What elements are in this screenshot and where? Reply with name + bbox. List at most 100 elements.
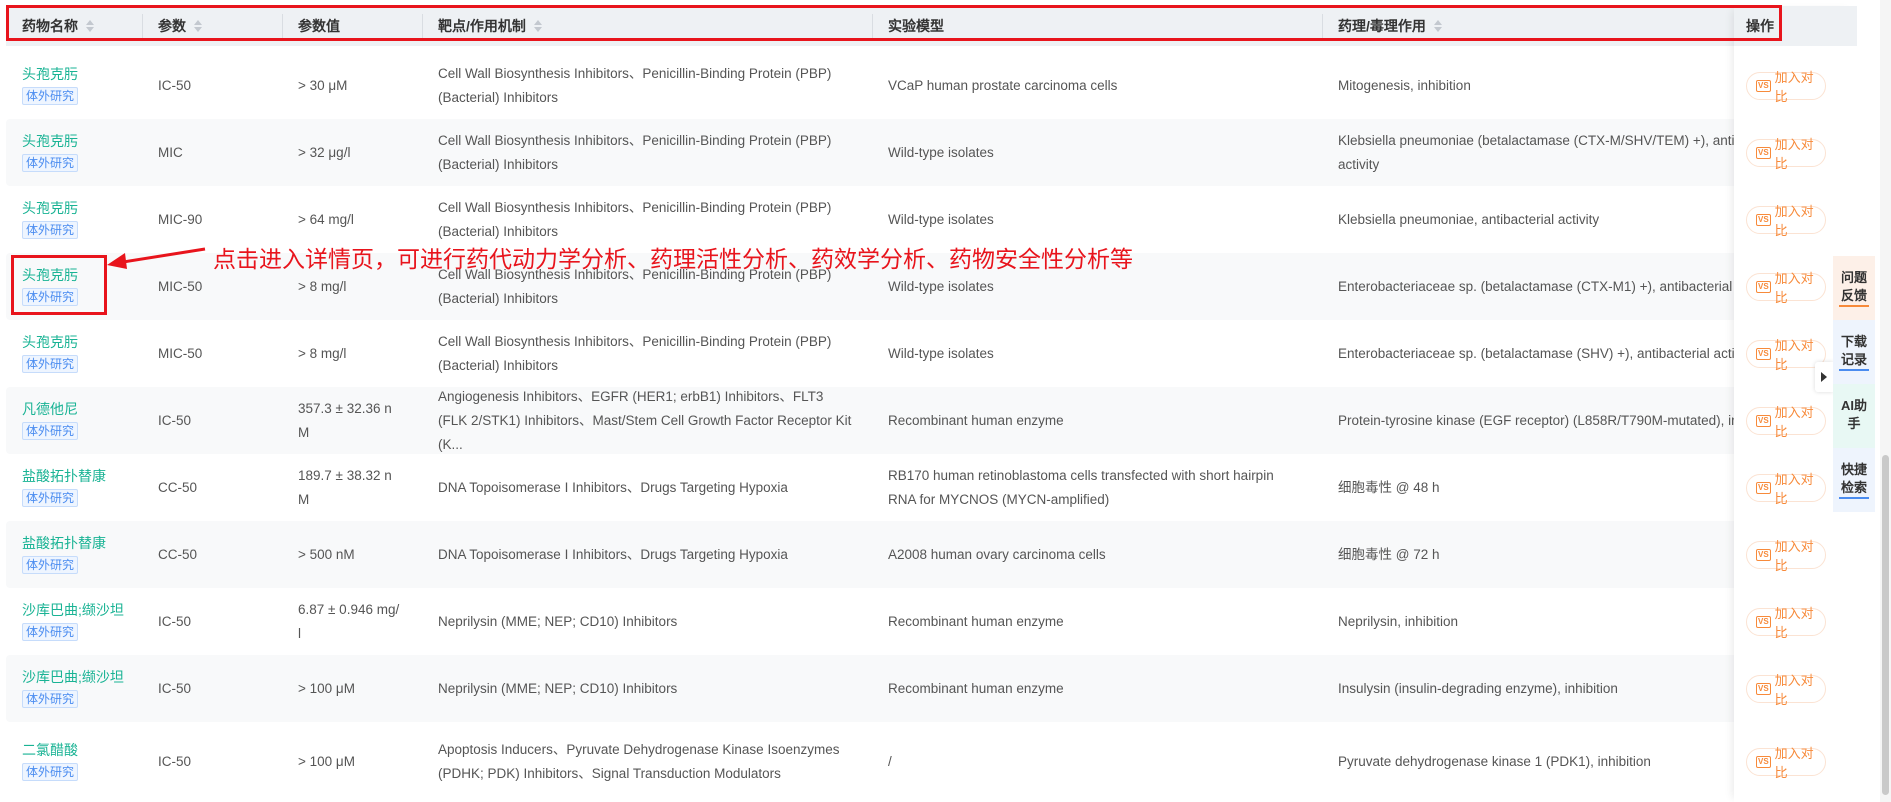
add-to-compare-label: 加入对比 xyxy=(1774,69,1814,104)
table-body: 头孢克肟 体外研究 IC-50 > 30 μM Cell Wall Biosyn… xyxy=(6,52,1857,802)
target-cell: Cell Wall Biosynthesis Inhibitors、Penici… xyxy=(438,333,832,373)
vertical-scrollbar[interactable] xyxy=(1880,0,1891,802)
param-value-cell: > 32 μg/l xyxy=(298,144,351,160)
add-to-compare-button[interactable]: VS 加入对比 xyxy=(1746,673,1826,707)
param-value-cell: > 8 mg/l xyxy=(298,345,347,361)
drug-name-link[interactable]: 沙库巴曲;缬沙坦 xyxy=(22,667,142,687)
model-cell: RB170 human retinoblastoma cells transfe… xyxy=(888,467,1274,507)
drug-name-link[interactable]: 头孢克肟 xyxy=(22,131,142,151)
add-to-compare-label: 加入对比 xyxy=(1774,672,1814,707)
model-cell: VCaP human prostate carcinoma cells xyxy=(888,77,1118,93)
drug-cell: 头孢克肟 体外研究 xyxy=(6,131,142,175)
drug-name-link[interactable]: 头孢克肟 xyxy=(22,332,142,352)
operation-cell: VS 加入对比 xyxy=(1734,119,1857,186)
drug-cell: 头孢克肟 体外研究 xyxy=(6,198,142,242)
drug-cell: 沙库巴曲;缬沙坦 体外研究 xyxy=(6,600,142,644)
drug-name-link[interactable]: 头孢克肟 xyxy=(22,198,142,218)
add-to-compare-button[interactable]: VS 加入对比 xyxy=(1746,204,1826,238)
target-cell: Apoptosis Inducers、Pyruvate Dehydrogenas… xyxy=(438,742,840,781)
drug-cell: 凡德他尼 体外研究 xyxy=(6,399,142,443)
add-to-compare-button[interactable]: VS 加入对比 xyxy=(1746,405,1826,439)
param-cell: IC-50 xyxy=(158,77,192,93)
floating-tool-panel: 问题反馈下载记录 AI助手快捷检索 xyxy=(1833,256,1875,512)
target-cell: Cell Wall Biosynthesis Inhibitors、Penici… xyxy=(438,65,832,105)
target-cell: Neprilysin (MME; NEP; CD10) Inhibitors xyxy=(438,613,678,629)
compare-vs-icon: VS xyxy=(1756,682,1771,695)
header-highlight-box xyxy=(6,5,1782,41)
add-to-compare-button[interactable]: VS 加入对比 xyxy=(1746,606,1826,640)
study-type-tag: 体外研究 xyxy=(22,421,79,440)
operation-cell: VS 加入对比 xyxy=(1734,52,1857,119)
compare-vs-icon: VS xyxy=(1756,213,1771,226)
download-records-button[interactable]: 下载记录 xyxy=(1833,320,1875,384)
operation-cell: VS 加入对比 xyxy=(1734,588,1857,655)
drug-cell: 盐酸拓扑替康 体外研究 xyxy=(6,466,142,510)
param-cell: MIC-50 xyxy=(158,278,203,294)
param-value-cell: 6.87 ± 0.946 mg/l xyxy=(298,601,400,641)
feedback-button[interactable]: 问题反馈 xyxy=(1833,256,1875,320)
add-to-compare-button[interactable]: VS 加入对比 xyxy=(1746,70,1826,104)
drug-cell: 头孢克肟 体外研究 xyxy=(6,332,142,376)
param-cell: MIC-50 xyxy=(158,345,203,361)
table-row: 头孢克肟 体外研究 MIC-50 > 8 mg/l Cell Wall Bios… xyxy=(6,320,1857,387)
param-cell: IC-50 xyxy=(158,613,192,629)
target-cell: Cell Wall Biosynthesis Inhibitors、Penici… xyxy=(438,199,832,239)
param-value-cell: > 100 μM xyxy=(298,680,355,696)
download-records-label: 下载记录 xyxy=(1839,333,1869,371)
model-cell: Recombinant human enzyme xyxy=(888,613,1064,629)
annotation-text: 点击进入详情页，可进行药代动力学分析、药理活性分析、药效学分析、药物安全性分析等 xyxy=(213,247,1133,273)
param-cell: IC-50 xyxy=(158,754,192,769)
drug-cell: 头孢克肟 体外研究 xyxy=(6,64,142,108)
ai-assistant-label: AI助手 xyxy=(1840,398,1867,431)
add-to-compare-button[interactable]: VS 加入对比 xyxy=(1746,137,1826,171)
table-row: 头孢克肟 体外研究 MIC > 32 μg/l Cell Wall Biosyn… xyxy=(6,119,1857,186)
compare-vs-icon: VS xyxy=(1756,615,1771,628)
add-to-compare-label: 加入对比 xyxy=(1774,746,1814,780)
param-cell: IC-50 xyxy=(158,680,192,696)
study-type-tag: 体外研究 xyxy=(22,153,79,172)
drug-name-link[interactable]: 盐酸拓扑替康 xyxy=(22,466,142,486)
param-value-cell: > 100 μM xyxy=(298,754,355,769)
model-cell: Wild-type isolates xyxy=(888,278,994,294)
target-cell: Angiogenesis Inhibitors、EGFR (HER1; erbB… xyxy=(438,388,852,452)
model-cell: / xyxy=(888,754,892,769)
model-cell: Recombinant human enzyme xyxy=(888,412,1064,428)
study-type-tag: 体外研究 xyxy=(22,354,79,373)
add-to-compare-button[interactable]: VS 加入对比 xyxy=(1746,338,1826,372)
add-to-compare-button[interactable]: VS 加入对比 xyxy=(1746,271,1826,305)
drug-name-link[interactable]: 头孢克肟 xyxy=(22,64,142,84)
compare-vs-icon: VS xyxy=(1756,347,1771,360)
add-to-compare-button[interactable]: VS 加入对比 xyxy=(1746,539,1826,573)
quick-search-button[interactable]: 快捷检索 xyxy=(1833,448,1875,512)
param-cell: MIC-90 xyxy=(158,211,203,227)
compare-vs-icon: VS xyxy=(1756,79,1771,92)
ai-assistant-button[interactable]: AI助手 xyxy=(1833,384,1875,448)
param-value-cell: > 64 mg/l xyxy=(298,211,354,227)
results-table: 药物名称 参数 参数值 靶点/作用机制 实验模型 药理/毒理作用 头孢克肟 体外研究 IC… xyxy=(6,6,1857,802)
drug-name-link[interactable]: 二氯醋酸 xyxy=(22,740,142,760)
operation-cell: VS 加入对比 xyxy=(1734,186,1857,253)
study-type-tag: 体外研究 xyxy=(22,622,79,641)
target-cell: DNA Topoisomerase I Inhibitors、Drugs Tar… xyxy=(438,479,788,495)
scrollbar-thumb[interactable] xyxy=(1882,455,1889,795)
collapse-panel-toggle[interactable] xyxy=(1815,362,1833,392)
target-cell: Neprilysin (MME; NEP; CD10) Inhibitors xyxy=(438,680,678,696)
operation-cell: VS 加入对比 xyxy=(1734,655,1857,722)
compare-vs-icon: VS xyxy=(1756,414,1771,427)
drug-name-link[interactable]: 沙库巴曲;缬沙坦 xyxy=(22,600,142,620)
annotation-arrow-icon xyxy=(107,247,206,269)
add-to-compare-label: 加入对比 xyxy=(1774,270,1814,305)
drug-name-link[interactable]: 盐酸拓扑替康 xyxy=(22,533,142,553)
target-cell: DNA Topoisomerase I Inhibitors、Drugs Tar… xyxy=(438,546,788,562)
param-cell: IC-50 xyxy=(158,412,192,428)
table-row: 头孢克肟 体外研究 IC-50 > 30 μM Cell Wall Biosyn… xyxy=(6,52,1857,119)
compare-vs-icon: VS xyxy=(1756,481,1771,494)
drug-name-link[interactable]: 凡德他尼 xyxy=(22,399,142,419)
add-to-compare-button[interactable]: VS 加入对比 xyxy=(1746,472,1826,506)
row-highlight-box xyxy=(11,255,107,315)
study-type-tag: 体外研究 xyxy=(22,488,79,507)
add-to-compare-button[interactable]: VS 加入对比 xyxy=(1746,746,1826,780)
add-to-compare-label: 加入对比 xyxy=(1774,605,1814,640)
param-cell: MIC xyxy=(158,144,183,160)
param-value-cell: > 500 nM xyxy=(298,546,355,562)
